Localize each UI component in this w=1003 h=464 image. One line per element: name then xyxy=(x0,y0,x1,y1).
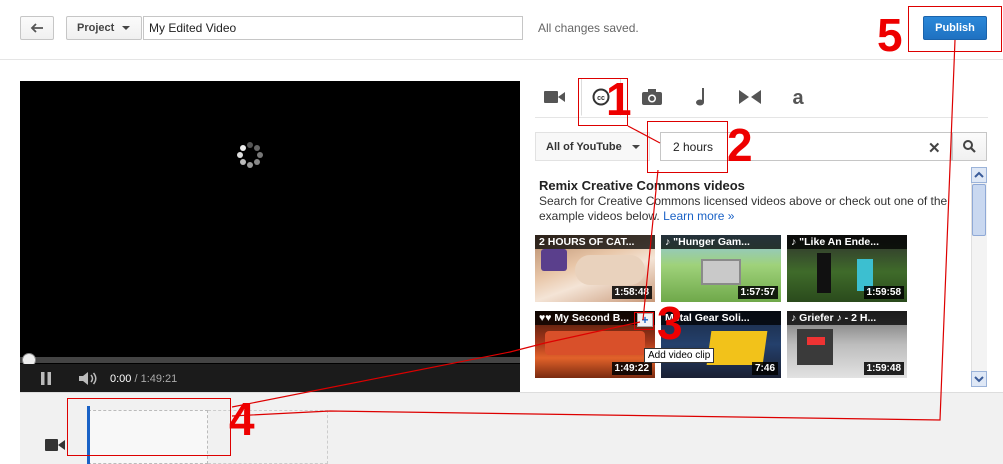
annotation-number: 5 xyxy=(877,9,903,61)
annotation-number: 4 xyxy=(229,393,255,445)
annotation-box-2 xyxy=(647,121,728,173)
annotation-box-4 xyxy=(67,398,231,456)
annotation-number: 2 xyxy=(727,119,753,171)
annotation-lines xyxy=(231,39,956,421)
annotation-number: 3 xyxy=(657,297,683,349)
annotation-box-3 xyxy=(634,312,654,330)
annotation-number: 1 xyxy=(606,73,632,125)
annotation-box-5 xyxy=(908,6,1002,52)
